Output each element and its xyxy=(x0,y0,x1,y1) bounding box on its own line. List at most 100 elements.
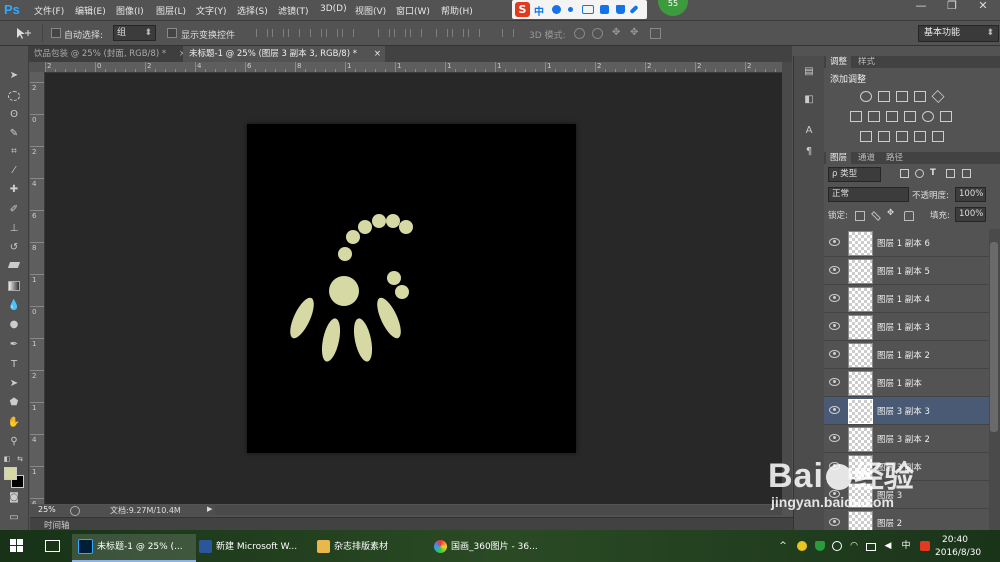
taskbar-item-photoshop[interactable]: 未标题-1 @ 25% (... xyxy=(72,534,196,562)
hand-tool-icon[interactable]: ✋ xyxy=(7,417,21,429)
vertical-ruler[interactable]: 20246810121416 xyxy=(30,72,45,504)
screen-mode-icon[interactable]: ▭ xyxy=(7,512,21,524)
brush-tool-icon[interactable]: ✐ xyxy=(7,204,21,216)
history-panel-icon[interactable]: ▤ xyxy=(802,66,816,78)
clock-time[interactable]: 20:40 xyxy=(942,535,968,545)
lock-position-icon[interactable]: ✥ xyxy=(887,208,894,218)
keyboard-icon[interactable] xyxy=(582,5,594,14)
distribute-left-icon[interactable] xyxy=(436,29,448,37)
layer-row[interactable]: 图层 1 副本 2 xyxy=(824,341,989,369)
tray-arrow-icon[interactable]: ^ xyxy=(778,541,788,551)
menu-select[interactable]: 选择(S) xyxy=(237,4,268,17)
filter-pixel-icon[interactable] xyxy=(900,169,909,178)
tab-styles[interactable]: 样式 xyxy=(854,56,879,68)
layer-row[interactable]: 图层 1 副本 4 xyxy=(824,285,989,313)
threshold-icon[interactable] xyxy=(896,131,908,142)
move-tool-icon[interactable] xyxy=(14,26,34,40)
eye-icon[interactable] xyxy=(829,378,840,386)
battery-icon[interactable] xyxy=(866,543,876,551)
black-white-icon[interactable] xyxy=(886,111,898,122)
3d-drag-icon[interactable]: ✥ xyxy=(612,27,620,38)
3d-rotate-icon[interactable] xyxy=(574,28,585,39)
character-panel-icon[interactable]: A xyxy=(802,125,816,137)
ime-mode[interactable]: 中 xyxy=(534,3,544,18)
workspace-dropdown[interactable]: 基本功能 ⬍ xyxy=(918,25,999,42)
distribute-right-icon[interactable] xyxy=(468,29,480,37)
eye-icon[interactable] xyxy=(829,518,840,526)
menu-view[interactable]: 视图(V) xyxy=(355,4,386,17)
menu-type[interactable]: 文字(Y) xyxy=(196,4,227,17)
filter-adjustment-icon[interactable] xyxy=(915,169,924,178)
type-tool-icon[interactable]: T xyxy=(7,359,21,371)
lasso-tool-icon[interactable]: ʘ xyxy=(7,109,21,121)
foreground-color-swatch[interactable] xyxy=(4,467,17,480)
lock-all-icon[interactable] xyxy=(904,211,914,221)
auto-align-icon[interactable] xyxy=(502,29,514,37)
moon-icon[interactable] xyxy=(552,5,561,14)
status-menu-arrow[interactable]: ▶ xyxy=(207,505,212,513)
gradient-tool-icon[interactable] xyxy=(7,280,21,292)
security-shield-icon[interactable] xyxy=(815,541,825,551)
align-right-icon[interactable] xyxy=(342,29,354,37)
menu-file[interactable]: 文件(F) xyxy=(34,4,64,17)
brightness-icon[interactable] xyxy=(860,91,872,102)
dot-icon[interactable] xyxy=(568,7,573,12)
eye-icon[interactable] xyxy=(829,266,840,274)
close-tab-icon[interactable]: × xyxy=(374,46,381,62)
ime-indicator[interactable]: 中 xyxy=(901,541,911,551)
tray-app-icon[interactable] xyxy=(797,541,807,551)
layer-row[interactable]: 图层 1 副本 5 xyxy=(824,257,989,285)
filter-smart-icon[interactable] xyxy=(962,169,971,178)
lock-image-icon[interactable] xyxy=(871,211,881,221)
distribute-top-icon[interactable] xyxy=(378,29,390,37)
blend-mode-dropdown[interactable]: 正常 xyxy=(828,187,909,202)
ime-toolbar[interactable]: S 中 xyxy=(512,0,647,19)
menu-3d[interactable]: 3D(D) xyxy=(320,4,347,14)
quick-select-tool-icon[interactable]: ✎ xyxy=(7,128,21,140)
eye-icon[interactable] xyxy=(829,434,840,442)
show-transform-checkbox[interactable] xyxy=(167,28,177,38)
paragraph-panel-icon[interactable]: ¶ xyxy=(802,146,816,158)
fill-input[interactable]: 100% xyxy=(955,207,986,222)
3d-slide-icon[interactable]: ✥ xyxy=(630,27,638,38)
shirt-icon[interactable] xyxy=(616,5,625,14)
layer-row-selected[interactable]: 图层 3 副本 3 xyxy=(824,397,989,425)
pen-tool-icon[interactable]: ✒ xyxy=(7,339,21,351)
align-vcenter-icon[interactable] xyxy=(272,29,284,37)
layer-row[interactable]: 图层 1 副本 6 xyxy=(824,229,989,257)
blur-tool-icon[interactable]: 💧 xyxy=(7,300,21,312)
invert-icon[interactable] xyxy=(860,131,872,142)
3d-roll-icon[interactable] xyxy=(592,28,603,39)
photo-filter-icon[interactable] xyxy=(904,111,916,122)
eye-icon[interactable] xyxy=(829,350,840,358)
menu-filter[interactable]: 滤镜(T) xyxy=(278,4,309,17)
layer-row[interactable]: 图层 2 xyxy=(824,509,989,530)
default-colors-icon[interactable]: ◧ xyxy=(2,453,12,465)
grid-icon[interactable] xyxy=(600,5,609,14)
eye-icon[interactable] xyxy=(829,406,840,414)
layer-row[interactable]: 图层 3 副本 2 xyxy=(824,425,989,453)
layer-row[interactable]: 图层 1 副本 xyxy=(824,369,989,397)
task-view-icon[interactable] xyxy=(45,540,60,552)
zoom-tool-icon[interactable]: ⚲ xyxy=(7,436,21,448)
auto-select-dropdown[interactable]: 组 ⬍ xyxy=(113,25,156,41)
eye-icon[interactable] xyxy=(829,238,840,246)
curves-icon[interactable] xyxy=(896,91,908,102)
menu-window[interactable]: 窗口(W) xyxy=(396,4,430,17)
menu-image[interactable]: 图像(I) xyxy=(116,4,144,17)
levels-icon[interactable] xyxy=(878,91,890,102)
wrench-icon[interactable] xyxy=(629,4,639,15)
canvas-vertical-scrollbar[interactable] xyxy=(782,62,792,505)
gradient-map-icon[interactable] xyxy=(914,131,926,142)
crop-tool-icon[interactable]: ⌗ xyxy=(7,146,21,158)
filter-type-icon[interactable]: T xyxy=(930,168,936,178)
channel-mixer-icon[interactable] xyxy=(922,111,934,122)
distribute-vcenter-icon[interactable] xyxy=(394,29,406,37)
volume-icon[interactable]: ◀ xyxy=(883,541,893,551)
healing-brush-tool-icon[interactable]: ✚ xyxy=(7,184,21,196)
tab-layers[interactable]: 图层 xyxy=(826,152,852,164)
document-canvas[interactable] xyxy=(247,124,576,453)
close-window-button[interactable]: ✕ xyxy=(968,0,998,14)
zoom-level[interactable]: 25% xyxy=(38,505,56,514)
restore-button[interactable]: ❐ xyxy=(937,0,967,14)
